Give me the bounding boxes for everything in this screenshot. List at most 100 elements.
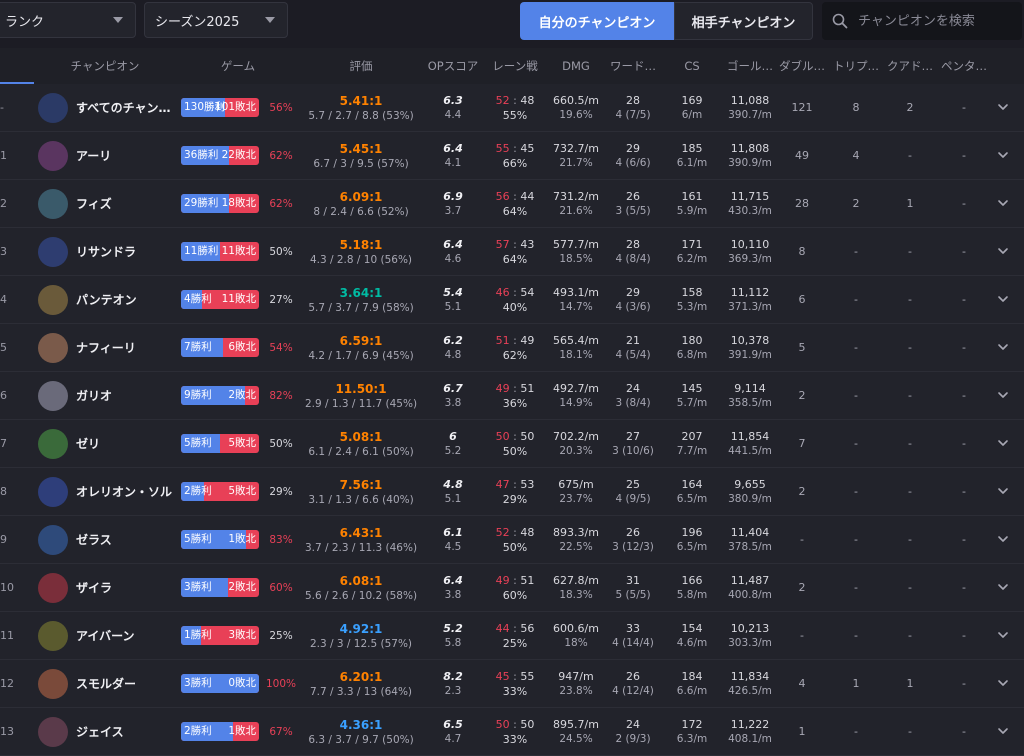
- queue-dropdown[interactable]: ランク: [0, 2, 136, 38]
- lane-win-percent: 55%: [502, 108, 528, 122]
- search-box[interactable]: [822, 2, 1022, 40]
- table-row[interactable]: 4 パンテオン 4勝利 11敗北 27% 3.64:1 5.7 / 3.7 / …: [0, 276, 1024, 324]
- table-row[interactable]: 1 アーリ 36勝利 22敗北 62% 5.45:1 6.7 / 3 / 9.5…: [0, 132, 1024, 180]
- chevron-down-icon[interactable]: [997, 245, 1009, 257]
- cs-total: 172: [681, 718, 703, 731]
- cs-per-min: 5.8/m: [676, 589, 708, 601]
- table-row[interactable]: 6 ガリオ 9勝利 2敗北 82% 11.50:1 2.9 / 1.3 / 11…: [0, 372, 1024, 420]
- champion-name[interactable]: フィズ: [76, 195, 176, 212]
- header-triple-kill[interactable]: トリプ…: [832, 48, 880, 84]
- damage-share: 18%: [564, 637, 588, 649]
- losses-label: 2敗北: [228, 389, 256, 401]
- header-penta-kill[interactable]: ペンタ…: [940, 48, 988, 84]
- wards-score: 26: [626, 526, 640, 539]
- cs-per-min: 6.3/m: [676, 733, 708, 745]
- quadra-kills: 2: [906, 101, 914, 114]
- chevron-down-icon[interactable]: [997, 437, 1009, 449]
- champion-avatar: [38, 621, 68, 651]
- champion-name[interactable]: スモルダー: [76, 675, 176, 692]
- chevron-down-icon[interactable]: [997, 677, 1009, 689]
- double-kills: 28: [795, 197, 809, 210]
- triple-kills: -: [854, 533, 858, 546]
- season-dropdown[interactable]: シーズン2025: [144, 2, 288, 38]
- champion-name[interactable]: ジェイス: [76, 723, 176, 740]
- champion-name[interactable]: アーリ: [76, 147, 176, 164]
- chevron-down-icon[interactable]: [997, 629, 1009, 641]
- kda-ratio: 11.50:1: [335, 381, 387, 396]
- table-row[interactable]: 8 オレリオン・ソル 2勝利 5敗北 29% 7.56:1 3.1 / 1.3 …: [0, 468, 1024, 516]
- gold-per-min: 430.3/m: [728, 205, 772, 217]
- cs-total: 161: [681, 190, 703, 203]
- losses-label: 1敗北: [228, 533, 256, 545]
- chevron-down-icon[interactable]: [997, 149, 1009, 161]
- table-row[interactable]: 11 アイバーン 1勝利 3敗北 25% 4.92:1 2.3 / 3 / 12…: [0, 612, 1024, 660]
- header-wards[interactable]: ワード…: [606, 48, 660, 84]
- champion-name[interactable]: オレリオン・ソル: [76, 483, 176, 500]
- table-row[interactable]: 5 ナフィーリ 7勝利 6敗北 54% 6.59:1 4.2 / 1.7 / 6…: [0, 324, 1024, 372]
- search-input[interactable]: [856, 12, 1020, 30]
- header-lane[interactable]: レーン戦: [488, 48, 542, 84]
- chevron-down-icon[interactable]: [997, 101, 1009, 113]
- champion-name[interactable]: ゼラス: [76, 531, 176, 548]
- losses-label: 3敗北: [228, 629, 256, 641]
- chevron-down-icon[interactable]: [997, 293, 1009, 305]
- champion-name[interactable]: ザイラ: [76, 579, 176, 596]
- champion-name[interactable]: ガリオ: [76, 387, 176, 404]
- chevron-down-icon[interactable]: [997, 533, 1009, 545]
- triple-kills: 2: [852, 197, 860, 210]
- gold-total: 11,808: [730, 142, 770, 155]
- tab-opponent-champions[interactable]: 相手チャンピオン: [674, 2, 813, 40]
- champion-name[interactable]: すべてのチャン…: [76, 99, 176, 116]
- table-row[interactable]: 10 ザイラ 3勝利 2敗北 60% 6.08:1 5.6 / 2.6 / 10…: [0, 564, 1024, 612]
- chevron-down-icon[interactable]: [997, 485, 1009, 497]
- gold-per-min: 441.5/m: [728, 445, 772, 457]
- header-gold[interactable]: ゴール…: [722, 48, 778, 84]
- champion-name[interactable]: リサンドラ: [76, 243, 176, 260]
- champion-name[interactable]: ゼリ: [76, 435, 176, 452]
- penta-kills: -: [962, 197, 966, 210]
- gold-total: 11,222: [730, 718, 770, 731]
- header-rating[interactable]: 評価: [330, 48, 392, 84]
- lane-score-opp: 53: [520, 477, 535, 491]
- damage-per-min: 895.7/m: [553, 718, 599, 731]
- winrate-percent: 100%: [265, 677, 297, 690]
- champion-name[interactable]: アイバーン: [76, 627, 176, 644]
- table-row[interactable]: 13 ジェイス 2勝利 1敗北 67% 4.36:1 6.3 / 3.7 / 9…: [0, 708, 1024, 756]
- header-quadra-kill[interactable]: クアド…: [886, 48, 934, 84]
- lane-score-self: 44: [495, 621, 510, 635]
- header-double-kill[interactable]: ダブル…: [778, 48, 826, 84]
- table-row[interactable]: 12 スモルダー 3勝利 0敗北 100% 6.20:1 7.7 / 3.3 /…: [0, 660, 1024, 708]
- chevron-down-icon[interactable]: [997, 341, 1009, 353]
- table-row[interactable]: 9 ゼラス 5勝利 1敗北 83% 6.43:1 3.7 / 2.3 / 11.…: [0, 516, 1024, 564]
- lane-score-opp: 49: [520, 333, 535, 347]
- header-champion[interactable]: チャンピオン: [60, 48, 150, 84]
- chevron-down-icon[interactable]: [997, 725, 1009, 737]
- chevron-down-icon[interactable]: [997, 197, 1009, 209]
- chevron-down-icon[interactable]: [997, 389, 1009, 401]
- lane-score-opp: 54: [520, 285, 535, 299]
- op-score-sub: 4.6: [444, 253, 462, 265]
- header-cs[interactable]: CS: [670, 48, 714, 84]
- op-score: 6.1: [443, 526, 463, 539]
- row-rank: 12: [0, 677, 14, 690]
- lane-score-opp: 50: [520, 429, 535, 443]
- header-op-score[interactable]: OPスコア: [424, 48, 482, 84]
- wards-score: 29: [626, 286, 640, 299]
- header-games[interactable]: ゲーム: [200, 48, 276, 84]
- champion-name[interactable]: パンテオン: [76, 291, 176, 308]
- champion-avatar: [38, 477, 68, 507]
- chevron-down-icon[interactable]: [997, 581, 1009, 593]
- header-dmg[interactable]: DMG: [553, 48, 599, 84]
- op-score-sub: 3.8: [444, 589, 462, 601]
- penta-kills: -: [962, 293, 966, 306]
- row-rank: 5: [0, 341, 7, 354]
- cs-per-min: 5.7/m: [676, 397, 708, 409]
- table-row[interactable]: 3 リサンドラ 11勝利 11敗北 50% 5.18:1 4.3 / 2.8 /…: [0, 228, 1024, 276]
- champion-name[interactable]: ナフィーリ: [76, 339, 176, 356]
- table-row[interactable]: 7 ゼリ 5勝利 5敗北 50% 5.08:1 6.1 / 2.4 / 6.1 …: [0, 420, 1024, 468]
- wards-detail: 4 (14/4): [612, 637, 654, 649]
- table-row[interactable]: - すべてのチャン… 130勝利 101敗北 56% 5.41:1 5.7 / …: [0, 84, 1024, 132]
- damage-share: 21.7%: [559, 157, 593, 169]
- tab-my-champions[interactable]: 自分のチャンピオン: [520, 2, 674, 40]
- table-row[interactable]: 2 フィズ 29勝利 18敗北 62% 6.09:1 8 / 2.4 / 6.6…: [0, 180, 1024, 228]
